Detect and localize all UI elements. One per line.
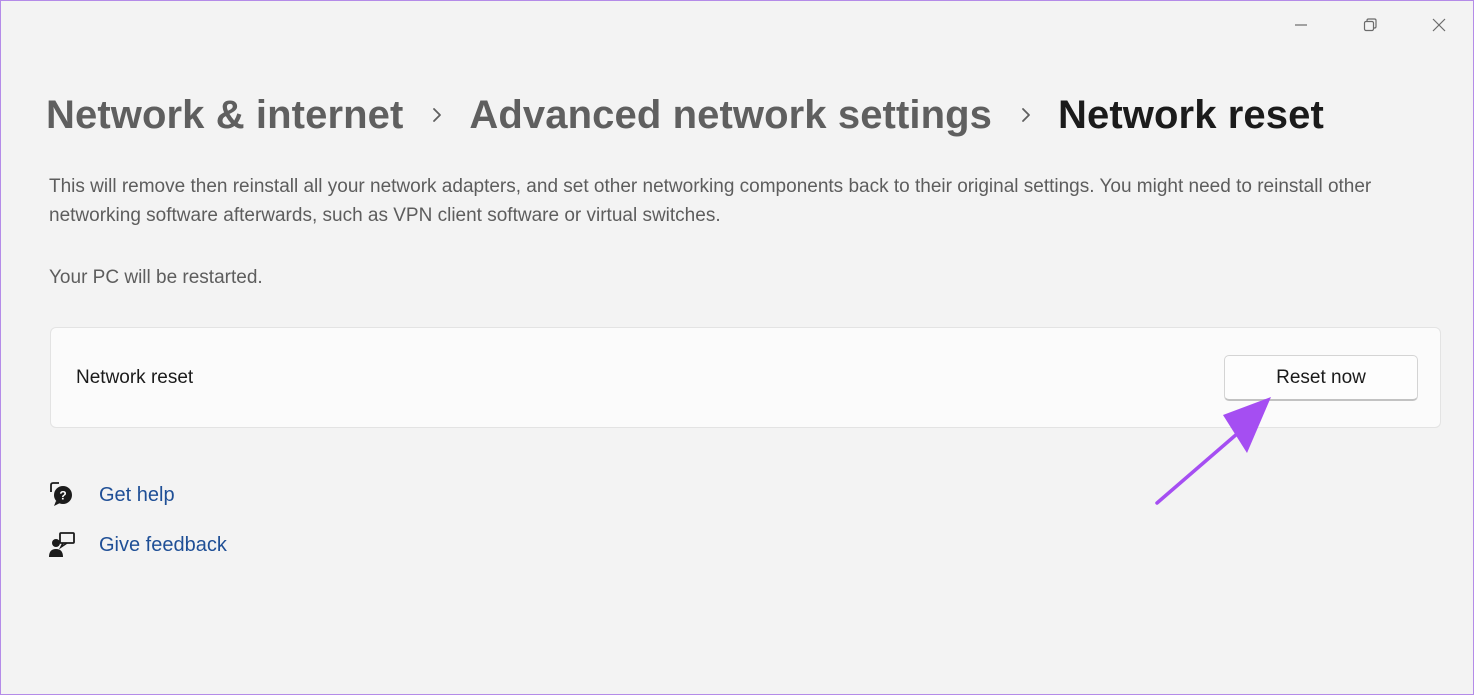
restart-note: Your PC will be restarted. [49, 267, 263, 288]
get-help-row[interactable]: ? Get help [48, 481, 175, 509]
page-title: Network reset [1058, 93, 1324, 137]
get-help-link[interactable]: Get help [99, 481, 175, 509]
close-icon [1432, 18, 1445, 32]
chevron-right-icon [433, 108, 442, 122]
close-button[interactable] [1404, 1, 1473, 49]
restore-icon [1363, 18, 1377, 32]
breadcrumb-separator [431, 106, 443, 124]
breadcrumb: Network & internet Advanced network sett… [46, 89, 1324, 141]
network-reset-label: Network reset [76, 367, 194, 388]
network-reset-card: Network reset Reset now [50, 327, 1441, 428]
svg-text:?: ? [59, 489, 66, 503]
chevron-right-icon [1022, 108, 1030, 122]
reset-description: This will remove then reinstall all your… [49, 176, 1372, 226]
breadcrumb-separator [1020, 106, 1032, 124]
breadcrumb-network-internet[interactable]: Network & internet [46, 89, 403, 141]
maximize-button[interactable] [1335, 1, 1404, 49]
minimize-icon [1294, 24, 1307, 26]
minimize-button[interactable] [1266, 1, 1335, 49]
settings-window: Network & internet Advanced network sett… [0, 0, 1474, 695]
give-feedback-link[interactable]: Give feedback [99, 531, 227, 559]
reset-now-button[interactable]: Reset now [1224, 355, 1418, 401]
feedback-icon [48, 531, 76, 559]
help-chat-icon: ? [48, 481, 76, 509]
window-controls [1266, 1, 1473, 49]
give-feedback-row[interactable]: Give feedback [48, 531, 227, 559]
breadcrumb-advanced-network-settings[interactable]: Advanced network settings [469, 89, 992, 141]
